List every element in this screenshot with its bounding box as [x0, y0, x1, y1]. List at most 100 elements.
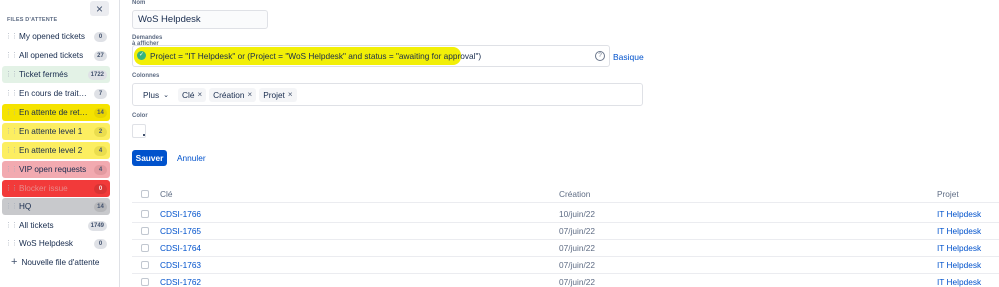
chip-label: Clé — [182, 89, 195, 100]
more-columns-label: Plus — [143, 89, 160, 100]
queue-label: Ticket fermés — [19, 70, 68, 79]
ticket-key-link[interactable]: CDSI-1766 — [160, 209, 201, 219]
created-date: 07/juin/22 — [559, 226, 595, 236]
remove-chip-icon[interactable]: × — [248, 90, 253, 99]
queue-label: En attente level 2 — [19, 146, 83, 155]
more-columns-button[interactable]: Plus ⌄ — [138, 87, 174, 102]
basic-mode-link[interactable]: Basique — [613, 52, 644, 62]
created-date: 07/juin/22 — [559, 260, 595, 270]
queue-count-badge: 0 — [94, 238, 107, 249]
queue-my-opened-tickets[interactable]: ⋮⋮ My opened tickets 0 — [2, 28, 110, 45]
created-date: 10/juin/22 — [559, 209, 595, 219]
valid-check-icon: ✓ — [137, 51, 146, 60]
project-link[interactable]: IT Helpdesk — [937, 277, 981, 287]
header-project[interactable]: Projet — [937, 189, 959, 199]
queue-en-attente-de-retour[interactable]: ⋮⋮ En attente de retou... 14 — [2, 104, 110, 121]
queue-count-badge: 0 — [94, 31, 107, 42]
row-checkbox[interactable] — [141, 210, 149, 218]
ticket-key-link[interactable]: CDSI-1763 — [160, 260, 201, 270]
chevron-down-icon: ⌄ — [163, 91, 170, 99]
queue-count-badge: 14 — [94, 201, 107, 212]
queue-all-tickets[interactable]: ⋮⋮ All tickets 1749 — [2, 217, 110, 234]
ticket-key-link[interactable]: CDSI-1765 — [160, 226, 201, 236]
queue-count-badge: 1722 — [87, 69, 107, 80]
queue-all-opened-tickets[interactable]: ⋮⋮ All opened tickets 27 — [2, 47, 110, 64]
table-header: Clé Création Projet — [132, 185, 999, 203]
created-date: 07/juin/22 — [559, 277, 595, 287]
chip-label: Projet — [263, 89, 285, 100]
drag-handle-icon[interactable]: ⋮⋮ — [5, 222, 18, 229]
created-date: 07/juin/22 — [559, 243, 595, 253]
queue-en-attente-level-1[interactable]: ⋮⋮ En attente level 1 2 — [2, 123, 110, 140]
table-row: CDSI-1766 10/juin/22 IT Helpdesk — [132, 205, 999, 223]
drag-handle-icon[interactable]: ⋮⋮ — [5, 203, 18, 210]
queue-label: WoS Helpdesk — [19, 239, 74, 248]
queue-count-badge: 2 — [94, 126, 107, 137]
drag-handle-icon[interactable]: ⋮⋮ — [5, 185, 18, 192]
jql-text: Project = "IT Helpdesk" or (Project = "W… — [150, 51, 482, 61]
drag-handle-icon[interactable]: ⋮⋮ — [5, 33, 18, 40]
queue-label: En attente de retou... — [19, 108, 91, 117]
columns-label: Colonnes — [132, 73, 160, 79]
remove-chip-icon[interactable]: × — [197, 90, 202, 99]
header-created[interactable]: Création — [559, 189, 590, 199]
jql-query-input[interactable]: ✓ Project = "IT Helpdesk" or (Project = … — [132, 45, 610, 67]
close-sidebar-button[interactable]: × — [90, 1, 109, 16]
queue-wos-helpdesk[interactable]: ⋮⋮ WoS Helpdesk 0 — [2, 235, 110, 252]
queue-count-badge: 1749 — [87, 220, 107, 231]
column-chip-key: Clé × — [178, 87, 207, 102]
queue-label: All opened tickets — [19, 51, 84, 60]
queue-ticket-fermes[interactable]: ⋮⋮ Ticket fermés 1722 — [2, 66, 110, 83]
queue-hq[interactable]: ⋮⋮ HQ 14 — [2, 198, 110, 215]
queue-count-badge: 7 — [94, 88, 107, 99]
drag-handle-icon[interactable]: ⋮⋮ — [5, 240, 18, 247]
table-row: CDSI-1763 07/juin/22 IT Helpdesk — [132, 256, 999, 274]
ticket-key-link[interactable]: CDSI-1762 — [160, 277, 201, 287]
queue-label: En cours de traitem... — [19, 89, 91, 98]
section-title: FILES D'ATTENTE — [7, 17, 58, 23]
drag-handle-icon[interactable]: ⋮⋮ — [5, 109, 18, 116]
color-picker[interactable] — [132, 124, 146, 138]
queue-label: My opened tickets — [19, 32, 85, 41]
select-all-checkbox[interactable] — [141, 190, 149, 198]
queue-label: HQ — [19, 202, 32, 211]
queue-count-badge: 27 — [94, 50, 107, 61]
ticket-key-link[interactable]: CDSI-1764 — [160, 243, 201, 253]
queue-en-cours-de-traitement[interactable]: ⋮⋮ En cours de traitem... 7 — [2, 85, 110, 102]
project-link[interactable]: IT Helpdesk — [937, 260, 981, 270]
close-icon: × — [95, 1, 103, 16]
queue-en-attente-level-2[interactable]: ⋮⋮ En attente level 2 4 — [2, 142, 110, 159]
drag-handle-icon[interactable]: ⋮⋮ — [5, 128, 18, 135]
queue-label: VIP open requests — [19, 165, 87, 174]
queue-count-badge: 4 — [94, 145, 107, 156]
queue-label: All tickets — [19, 221, 54, 230]
column-chip-created: Création × — [209, 87, 257, 102]
queue-label: Blocker issue — [19, 184, 68, 193]
queue-label: En attente level 1 — [19, 127, 83, 136]
column-chip-project: Projet × — [259, 87, 297, 102]
cancel-button[interactable]: Annuler — [177, 153, 206, 163]
row-checkbox[interactable] — [141, 227, 149, 235]
row-checkbox[interactable] — [141, 244, 149, 252]
row-checkbox[interactable] — [141, 278, 149, 286]
queue-count-badge: 4 — [94, 164, 107, 175]
remove-chip-icon[interactable]: × — [288, 90, 293, 99]
queue-blocker-issue[interactable]: ⋮⋮ Blocker issue 0 — [2, 180, 110, 197]
row-checkbox[interactable] — [141, 261, 149, 269]
save-button[interactable]: Sauver — [132, 150, 167, 166]
queue-vip-open-requests[interactable]: ⋮⋮ VIP open requests 4 — [2, 161, 110, 178]
project-link[interactable]: IT Helpdesk — [937, 209, 981, 219]
drag-handle-icon[interactable]: ⋮⋮ — [5, 71, 18, 78]
queue-count-badge: 0 — [94, 183, 107, 194]
name-label: Nom — [132, 0, 146, 6]
project-link[interactable]: IT Helpdesk — [937, 226, 981, 236]
new-queue-link[interactable]: + Nouvelle file d'attente — [11, 256, 99, 268]
header-key[interactable]: Clé — [160, 189, 172, 199]
drag-handle-icon[interactable]: ⋮⋮ — [5, 52, 18, 59]
queue-name-input[interactable]: WoS Helpdesk — [132, 10, 268, 29]
drag-handle-icon[interactable]: ⋮⋮ — [5, 147, 18, 154]
help-icon[interactable]: ? — [595, 51, 605, 61]
drag-handle-icon[interactable]: ⋮⋮ — [5, 90, 18, 97]
project-link[interactable]: IT Helpdesk — [937, 243, 981, 253]
drag-handle-icon[interactable]: ⋮⋮ — [5, 166, 18, 173]
